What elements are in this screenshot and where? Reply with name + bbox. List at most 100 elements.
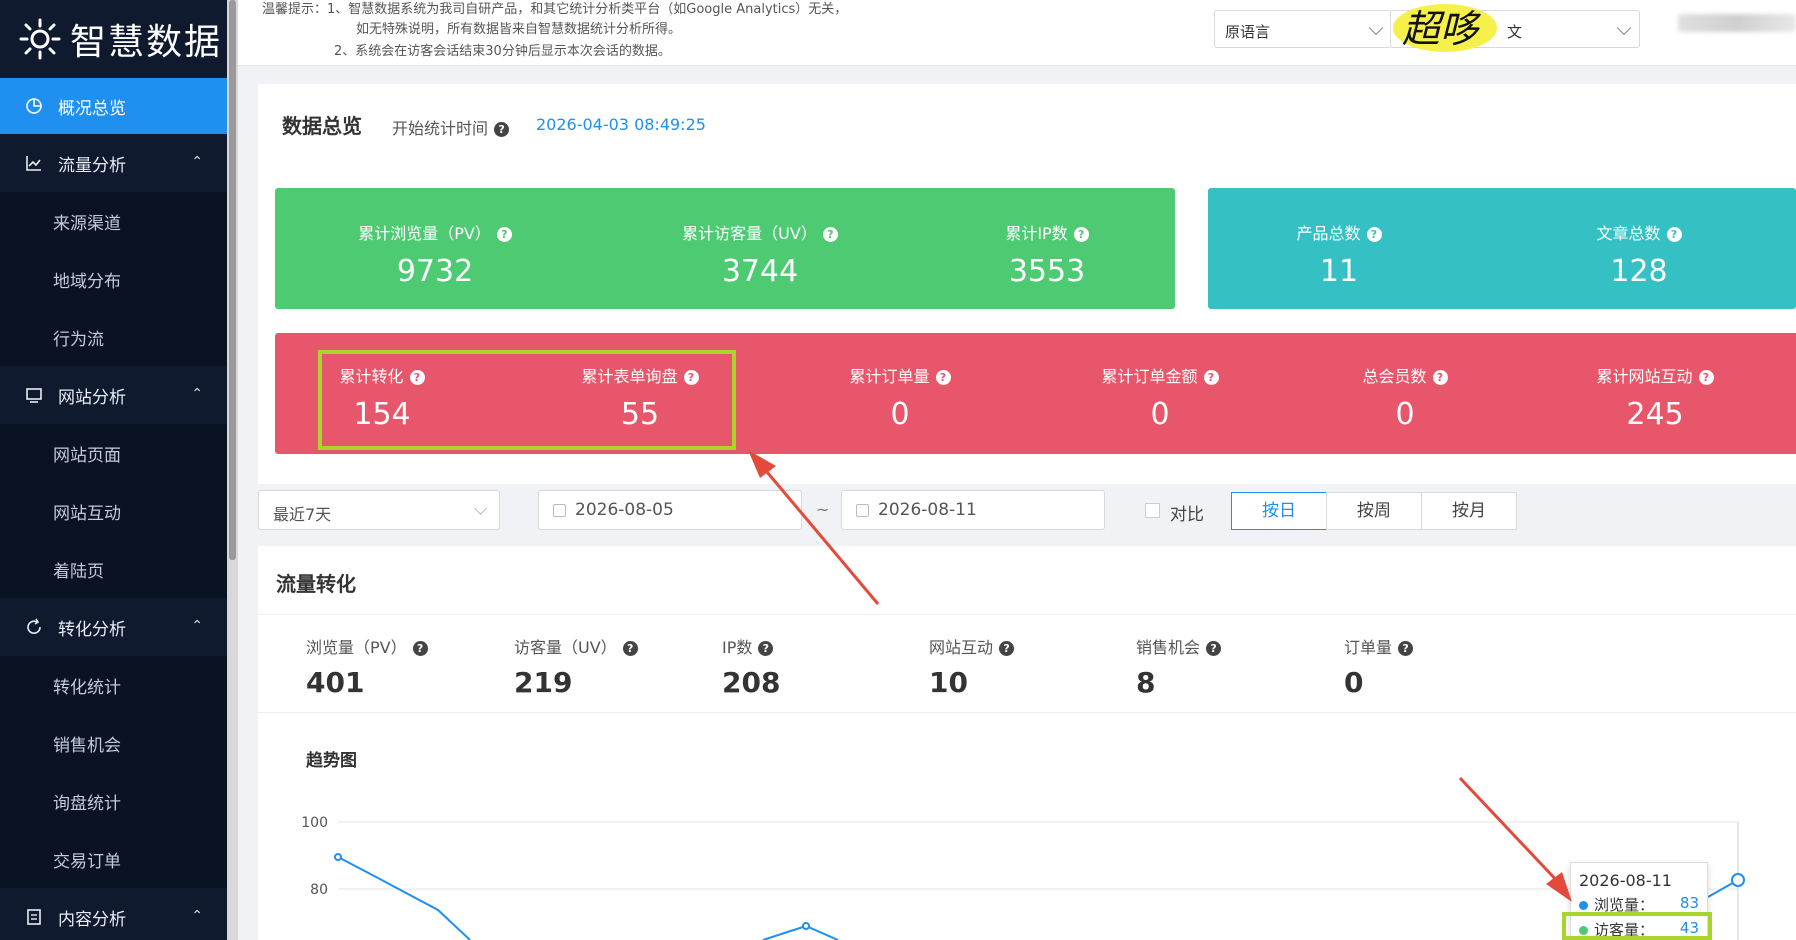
data-point-hover (1731, 873, 1745, 887)
stat-label: 累计访客量（UV） (682, 224, 817, 243)
kpi-value: 401 (306, 666, 365, 699)
help-icon[interactable]: ? (1698, 370, 1714, 385)
chevron-down-icon (1616, 20, 1632, 36)
stat-pv: 累计浏览量（PV）? 9732 (335, 220, 535, 289)
sidebar-item-landing[interactable]: 着陆页 (0, 540, 227, 598)
data-point (802, 922, 810, 930)
help-icon[interactable]: ? (1398, 641, 1414, 656)
line-chart-icon (24, 153, 44, 173)
end-date-value: 2026-08-11 (878, 500, 977, 520)
start-time-label-text: 开始统计时间 (392, 119, 489, 138)
sidebar-item-overview[interactable]: 概况总览 (0, 78, 227, 134)
stat-value: 3744 (721, 254, 799, 289)
sidebar-group-label: 流量分析 (58, 155, 126, 176)
sidebar-group-traffic[interactable]: 流量分析 ⌃ (0, 134, 227, 192)
sidebar-item-inquiry-stats[interactable]: 询盘统计 (0, 772, 227, 830)
series-pv-line (337, 856, 471, 940)
help-icon[interactable]: ? (1432, 370, 1448, 385)
help-icon[interactable]: ? (1073, 227, 1089, 242)
help-icon[interactable]: ? (412, 641, 428, 656)
sidebar-item-orders[interactable]: 交易订单 (0, 830, 227, 888)
highlight-box (1562, 912, 1712, 940)
page-title: 数据总览 (282, 114, 362, 138)
kpi-label: 访客量（UV） (514, 638, 617, 657)
help-icon[interactable]: ? (1203, 370, 1219, 385)
top-bar: 温馨提示：1、智慧数据系统为我司自研产品，和其它统计分析类平台（如Google … (238, 0, 1796, 66)
date-range-select[interactable]: 最近7天 (258, 490, 500, 530)
content-totals-card: 产品总数? 11 文章总数? 128 (1208, 188, 1796, 309)
stat-label: 文章总数 (1596, 224, 1661, 243)
calendar-icon (856, 504, 869, 517)
kpi-label: IP数 (722, 638, 753, 657)
kpi-pv: 浏览量（PV）? 401 (306, 634, 428, 699)
help-icon[interactable]: ? (1206, 641, 1222, 656)
sidebar-item-source[interactable]: 来源渠道 (0, 192, 227, 250)
sidebar-item-interaction[interactable]: 网站互动 (0, 482, 227, 540)
date-range-value: 最近7天 (273, 505, 332, 524)
sidebar-item-label: 概况总览 (58, 98, 126, 119)
stat-value: 9732 (396, 254, 474, 289)
help-icon[interactable]: ? (494, 122, 510, 137)
sidebar-group-content[interactable]: 内容分析 ⌃ (0, 888, 227, 940)
help-icon[interactable]: ? (1666, 227, 1682, 242)
help-icon[interactable]: ? (822, 227, 838, 242)
start-date-value: 2026-08-05 (575, 500, 674, 520)
kpi-sales-leads: 销售机会? 8 (1136, 634, 1222, 699)
stat-value: 0 (890, 397, 910, 432)
help-icon[interactable]: ? (1366, 227, 1382, 242)
compare-checkbox[interactable] (1145, 503, 1160, 518)
help-icon[interactable]: ? (622, 641, 638, 656)
monitor-icon (24, 385, 44, 405)
logo-text: 智慧数据 (70, 22, 223, 63)
start-time-value: 2026-04-03 08:49:25 (536, 115, 706, 134)
scrollbar-thumb[interactable] (229, 0, 236, 560)
sidebar-item-region[interactable]: 地域分布 (0, 250, 227, 308)
stat-members: 总会员数? 0 (1340, 363, 1470, 432)
chevron-up-icon: ⌃ (191, 386, 203, 402)
sidebar-group-website[interactable]: 网站分析 ⌃ (0, 366, 227, 424)
kpi-label: 网站互动 (929, 638, 994, 657)
pie-chart-icon (24, 96, 44, 116)
target-language-value: 文 (1507, 23, 1523, 41)
stat-value: 0 (1150, 397, 1170, 432)
sidebar-scrollbar[interactable] (227, 0, 238, 940)
kpi-ip: IP数? 208 (722, 634, 780, 699)
app-logo[interactable]: 智慧数据 (0, 0, 227, 78)
sidebar-item-behavior-flow[interactable]: 行为流 (0, 308, 227, 366)
stat-products: 产品总数? 11 (1264, 220, 1414, 289)
stat-value: 11 (1319, 254, 1359, 289)
tooltip-date: 2026-08-11 (1579, 871, 1672, 890)
date-separator: ~ (816, 500, 830, 519)
help-icon[interactable]: ? (935, 370, 951, 385)
end-date-input[interactable]: 2026-08-11 (841, 490, 1105, 530)
sidebar-item-pages[interactable]: 网站页面 (0, 424, 227, 482)
stat-label: 累计浏览量（PV） (358, 224, 491, 243)
by-week-button[interactable]: 按周 (1326, 492, 1422, 530)
by-month-button[interactable]: 按月 (1421, 492, 1517, 530)
legend-dot (1579, 901, 1588, 910)
divider (258, 614, 1796, 615)
calendar-icon (553, 504, 566, 517)
source-language-select[interactable]: 原语言 (1214, 10, 1392, 48)
refresh-icon (24, 617, 44, 637)
sidebar-item-conversion-stats[interactable]: 转化统计 (0, 656, 227, 714)
data-point (334, 853, 342, 861)
chevron-down-icon (474, 502, 487, 515)
sidebar-item-sales-leads[interactable]: 销售机会 (0, 714, 227, 772)
help-icon[interactable]: ? (758, 641, 774, 656)
help-icon[interactable]: ? (496, 227, 512, 242)
by-day-button[interactable]: 按日 (1231, 492, 1327, 530)
start-date-input[interactable]: 2026-08-05 (538, 490, 802, 530)
kpi-label: 订单量 (1344, 638, 1393, 657)
help-icon[interactable]: ? (999, 641, 1015, 656)
sidebar-group-label: 内容分析 (58, 909, 126, 930)
compare-label: 对比 (1170, 505, 1204, 525)
sidebar-group-conversion[interactable]: 转化分析 ⌃ (0, 598, 227, 656)
document-icon (24, 907, 44, 927)
stat-articles: 文章总数? 128 (1564, 220, 1714, 289)
kpi-value: 219 (514, 666, 573, 699)
chevron-down-icon (1368, 20, 1384, 36)
kpi-value: 0 (1344, 666, 1364, 699)
stat-label: 总会员数 (1362, 367, 1427, 386)
stat-value: 0 (1395, 397, 1415, 432)
